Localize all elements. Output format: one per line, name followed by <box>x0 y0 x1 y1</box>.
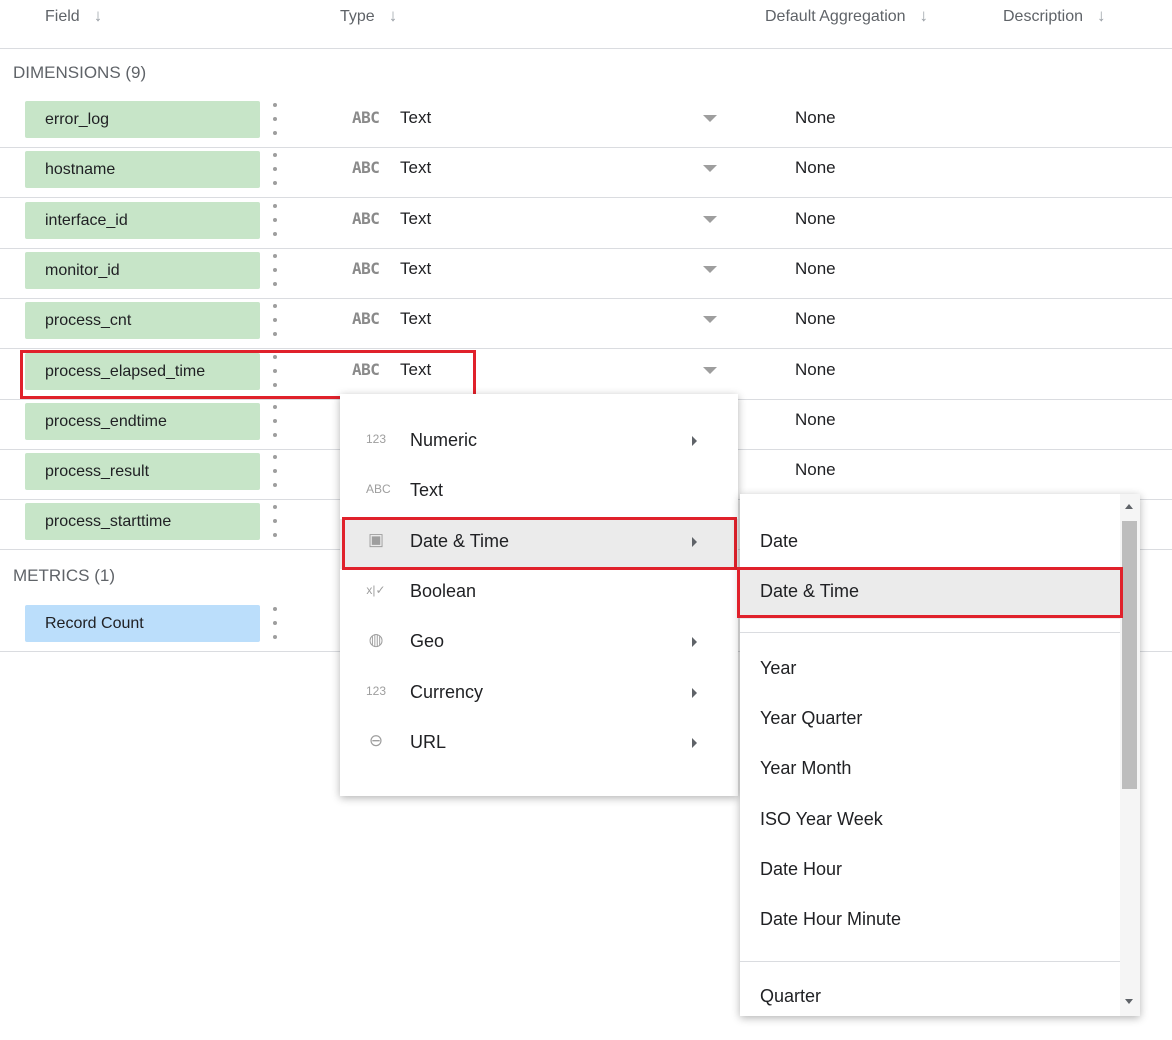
default-aggregation-value[interactable]: None <box>795 460 836 480</box>
dropdown-caret-icon[interactable] <box>703 215 717 223</box>
default-aggregation-value[interactable]: None <box>795 158 836 178</box>
submenu-arrow-icon <box>692 436 697 446</box>
field-type-select[interactable]: Text <box>400 209 431 229</box>
type-menu-item-label: URL <box>410 731 447 752</box>
type-menu-item-currency[interactable]: 123 Currency <box>340 670 738 720</box>
sort-arrow-down-icon[interactable]: ↓ <box>1097 6 1106 25</box>
field-type-select[interactable]: Text <box>400 158 431 178</box>
dimension-field-chip[interactable]: process_cnt <box>25 302 260 340</box>
dropdown-caret-icon[interactable] <box>703 165 717 173</box>
type-menu-item-label: Text <box>410 480 444 501</box>
dimensions-section-label: DIMENSIONS (9) <box>13 63 147 82</box>
dimension-row: process_cnt ABC Text None <box>0 298 1172 350</box>
field-column-header[interactable]: Field ↓ <box>45 6 102 26</box>
metrics-section-label: METRICS (1) <box>13 566 115 585</box>
menu-divider <box>740 961 1120 962</box>
scroll-up-arrow-icon[interactable] <box>1125 504 1133 509</box>
description-column-header[interactable]: Description ↓ <box>1003 6 1106 26</box>
submenu-arrow-icon <box>692 637 697 648</box>
dropdown-caret-icon[interactable] <box>703 366 717 374</box>
dimension-row: interface_id ABC Text None <box>0 198 1172 249</box>
type-menu-item-label: Boolean <box>410 580 477 601</box>
dimension-field-chip[interactable]: process_starttime <box>25 503 260 541</box>
type-menu-item-url[interactable]: ⊖ URL <box>340 720 738 770</box>
submenu-item-year-quarter[interactable]: Year Quarter <box>740 696 1120 746</box>
dimension-field-chip[interactable]: process_endtime <box>25 402 260 440</box>
table-header: Field ↓ Type ↓ Default Aggregation ↓ Descri… <box>0 0 1172 49</box>
submenu-item-year[interactable]: Year <box>740 646 1120 696</box>
type-menu-item-label: Currency <box>410 681 484 702</box>
sort-arrow-down-icon[interactable]: ↓ <box>920 6 929 25</box>
dimension-field-chip[interactable]: interface_id <box>25 201 260 239</box>
type-menu-item-numeric[interactable]: 123 Numeric <box>340 418 738 468</box>
field-type-select[interactable]: Text <box>400 259 431 279</box>
submenu-item-quarter[interactable]: Quarter <box>740 974 1120 1016</box>
submenu-item-iso-year-week[interactable]: ISO Year Week <box>740 797 1120 847</box>
metric-field-chip[interactable]: Record Count <box>25 605 260 642</box>
scrollbar-thumb[interactable] <box>1122 521 1137 789</box>
dropdown-caret-icon[interactable] <box>703 265 717 273</box>
submenu-arrow-icon <box>692 737 697 748</box>
dropdown-caret-icon[interactable] <box>703 115 717 122</box>
numeric-type-icon: 123 <box>366 432 387 446</box>
text-type-icon: ABC <box>352 208 380 228</box>
dimension-row: error_log ABC Text None <box>0 97 1172 148</box>
more-vert-icon[interactable] <box>268 304 282 337</box>
field-type-select[interactable]: Text <box>400 108 431 128</box>
type-column-header[interactable]: Type ↓ <box>340 6 397 26</box>
dimension-row: hostname ABC Text None <box>0 147 1172 199</box>
default-aggregation-column-header[interactable]: Default Aggregation ↓ <box>765 6 928 26</box>
submenu-item-year-month[interactable]: Year Month <box>740 746 1120 796</box>
scroll-down-arrow-icon[interactable] <box>1125 999 1133 1004</box>
highlight-box-date-time-submenu-item <box>737 567 1123 618</box>
text-type-icon: ABC <box>352 158 380 178</box>
globe-icon: ◍ <box>368 630 384 650</box>
type-menu-item-geo[interactable]: ◍ Geo <box>340 619 738 669</box>
more-vert-icon[interactable] <box>268 253 282 286</box>
dimension-row: monitor_id ABC Text None <box>0 248 1172 299</box>
default-aggregation-value[interactable]: None <box>795 209 836 229</box>
link-icon: ⊖ <box>368 730 384 750</box>
text-type-icon: ABC <box>352 309 380 329</box>
default-aggregation-value[interactable]: None <box>795 309 836 329</box>
submenu-item-date[interactable]: Date <box>740 519 1120 569</box>
boolean-type-icon: x|✓ <box>366 582 386 597</box>
more-vert-icon[interactable] <box>268 153 282 186</box>
submenu-arrow-icon <box>692 687 697 698</box>
dimension-field-chip[interactable]: hostname <box>25 151 260 189</box>
dropdown-caret-icon[interactable] <box>703 316 717 324</box>
menu-divider <box>740 632 1120 633</box>
text-type-icon: ABC <box>352 258 380 278</box>
more-vert-icon[interactable] <box>268 607 282 639</box>
dimension-field-chip[interactable]: monitor_id <box>25 251 260 289</box>
field-type-select[interactable]: Text <box>400 309 431 329</box>
more-vert-icon[interactable] <box>268 103 282 135</box>
type-menu-item-label: Geo <box>410 631 445 652</box>
type-menu-item-label: Numeric <box>410 430 478 450</box>
more-vert-icon[interactable] <box>268 505 282 538</box>
text-type-icon: ABC <box>352 108 380 127</box>
default-aggregation-value[interactable]: None <box>795 360 836 380</box>
dimension-field-chip[interactable]: error_log <box>25 101 260 138</box>
default-aggregation-value[interactable]: None <box>795 108 836 128</box>
submenu-item-date-hour-minute[interactable]: Date Hour Minute <box>740 897 1120 947</box>
type-menu-item-boolean[interactable]: x|✓ Boolean <box>340 569 738 619</box>
highlight-box-field-row <box>20 350 476 399</box>
sort-arrow-down-icon[interactable]: ↓ <box>389 6 398 25</box>
default-aggregation-value[interactable]: None <box>795 259 836 279</box>
type-menu: 123 Numeric ABC Text ▣ Date & Time x|✓ Boolean ◍… <box>340 394 738 796</box>
default-aggregation-value[interactable]: None <box>795 410 836 430</box>
highlight-box-date-time-menu-item <box>342 517 737 570</box>
more-vert-icon[interactable] <box>268 404 282 437</box>
dimension-field-chip[interactable]: process_result <box>25 453 260 491</box>
more-vert-icon[interactable] <box>268 455 282 488</box>
submenu-item-date-hour[interactable]: Date Hour <box>740 847 1120 897</box>
currency-type-icon: 123 <box>366 683 387 698</box>
text-type-icon: ABC <box>366 482 391 497</box>
type-menu-item-text[interactable]: ABC Text <box>340 468 738 518</box>
more-vert-icon[interactable] <box>268 203 282 236</box>
sort-arrow-down-icon[interactable]: ↓ <box>94 6 103 25</box>
